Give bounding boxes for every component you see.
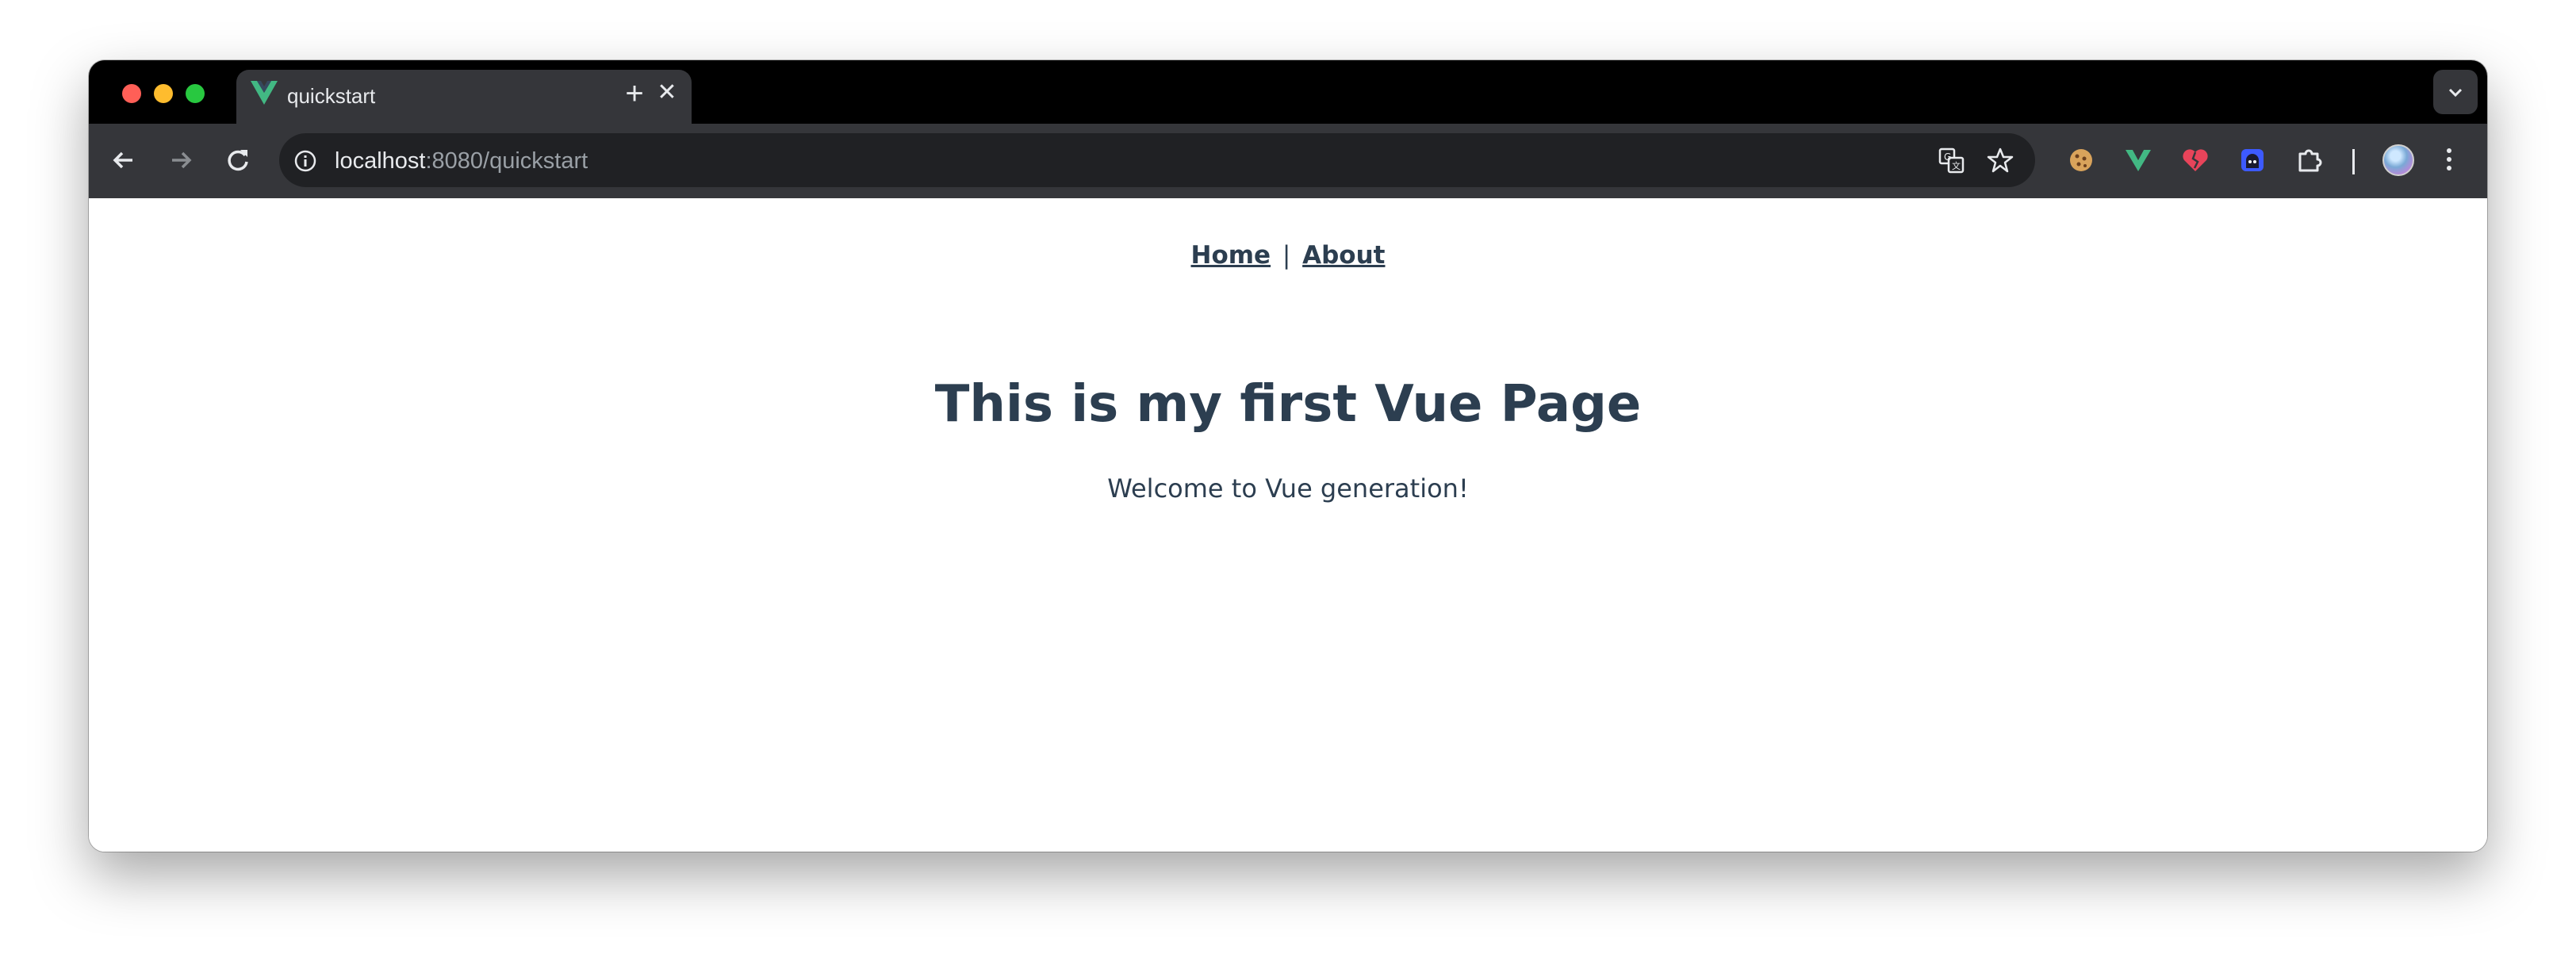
bookmark-star-icon[interactable]: [1986, 146, 2014, 178]
broken-heart-icon[interactable]: [2179, 144, 2211, 176]
nav-home-link[interactable]: Home: [1191, 241, 1271, 270]
top-nav: Home | About: [89, 239, 2487, 271]
url-text[interactable]: localhost:8080/quickstart: [335, 147, 588, 174]
page-heading: This is my first Vue Page: [934, 375, 1642, 434]
vue-logo-icon: [251, 81, 278, 105]
site-info-icon[interactable]: [293, 149, 317, 177]
arrow-right-icon: [172, 151, 192, 169]
more-menu-icon[interactable]: [2441, 146, 2457, 178]
maximize-window-button[interactable]: [186, 84, 205, 103]
minimize-window-button[interactable]: [154, 84, 173, 103]
close-window-button[interactable]: [122, 84, 141, 103]
tab-title: quickstart: [287, 84, 376, 108]
close-tab-icon[interactable]: ✕: [655, 81, 679, 105]
profile-avatar[interactable]: [2382, 144, 2414, 176]
puzzle-icon[interactable]: [2294, 144, 2325, 176]
vue-devtools-icon[interactable]: [2122, 144, 2154, 176]
url-host: localhost: [335, 148, 426, 174]
url-path: :8080/quickstart: [425, 148, 588, 174]
new-tab-button[interactable]: +: [617, 76, 652, 111]
reload-icon: [228, 150, 248, 171]
address-bar[interactable]: localhost:8080/quickstart G 文: [279, 133, 2035, 187]
forward-button[interactable]: [163, 143, 198, 178]
svg-text:文: 文: [1952, 160, 1961, 171]
back-button[interactable]: [106, 143, 141, 178]
cookie-icon[interactable]: [2065, 144, 2097, 176]
reload-button[interactable]: [220, 143, 255, 178]
welcome-text: Welcome to Vue generation!: [1107, 473, 1469, 504]
svg-text:G: G: [1944, 151, 1951, 163]
ghost-extension-icon[interactable]: [2237, 144, 2268, 176]
tab-strip: quickstart ✕ +: [89, 60, 2487, 124]
browser-toolbar: localhost:8080/quickstart G 文: [89, 124, 2487, 198]
page-content: Home | About This is my first Vue Page W…: [89, 198, 2487, 852]
nav-about-link[interactable]: About: [1302, 241, 1385, 270]
arrow-left-icon: [113, 151, 132, 169]
toolbar-divider: [2352, 149, 2355, 174]
tab-search-button[interactable]: [2433, 70, 2478, 114]
nav-separator: |: [1282, 241, 1291, 270]
browser-window: quickstart ✕ + localhost:8080/quickstart…: [89, 60, 2487, 852]
translate-icon[interactable]: G 文: [1938, 147, 1965, 178]
chevron-down-icon: [2448, 88, 2463, 98]
